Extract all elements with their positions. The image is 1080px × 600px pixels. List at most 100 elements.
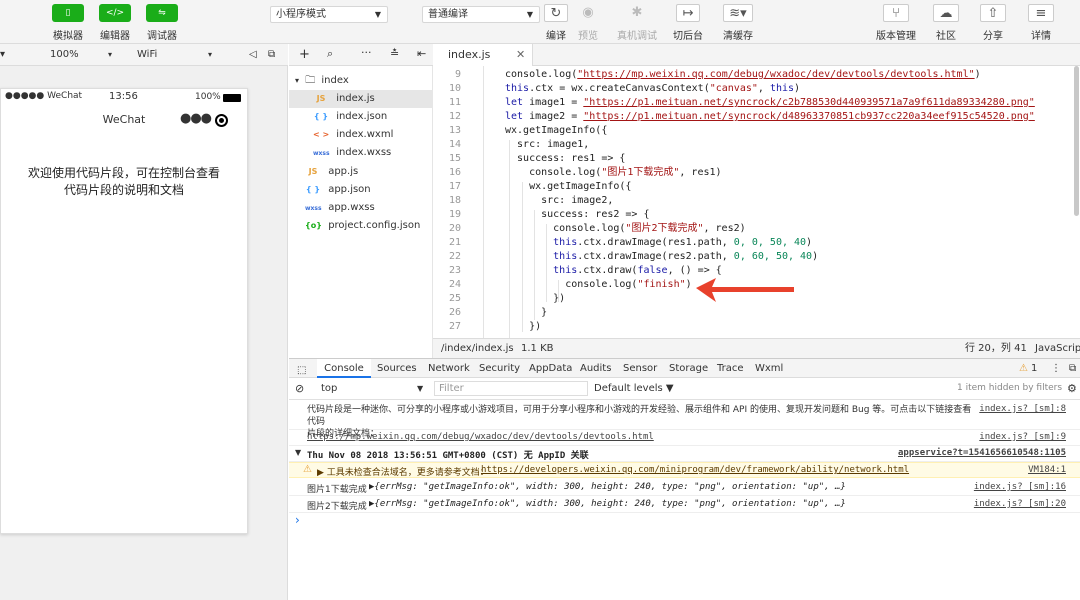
- file-tree: ▾ 🗀 index JS index.js { } index.json < >…: [289, 66, 433, 358]
- tree-item-project-config[interactable]: {o} project.config.json: [305, 217, 420, 235]
- docs-link[interactable]: https://mp.weixin.qq.com/debug/wxadoc/de…: [307, 432, 654, 442]
- compile-select[interactable]: 普通编译 ▼: [422, 6, 540, 23]
- filter-input[interactable]: Filter: [434, 381, 588, 396]
- share-button[interactable]: ⇧ 分享: [967, 4, 1019, 42]
- language-mode[interactable]: JavaScript: [1035, 339, 1080, 358]
- menu-icon: ≡: [1028, 4, 1054, 22]
- line-number: 21: [448, 237, 461, 248]
- wxss-file-icon: wxss: [313, 150, 330, 157]
- preview-button[interactable]: ◉ 预览: [562, 4, 614, 42]
- tab-sources[interactable]: Sources: [377, 359, 417, 378]
- console-message: 图片2下载完成 ▶{errMsg: "getImageInfo:ok", wid…: [289, 496, 1080, 513]
- collapse-panel-icon[interactable]: ⇤: [417, 47, 426, 60]
- code-icon: </>: [99, 4, 131, 22]
- version-button[interactable]: ⑂ 版本管理: [870, 4, 922, 42]
- line-number: 11: [448, 97, 461, 108]
- log-levels-select[interactable]: Default levels ▼: [594, 378, 674, 399]
- source-link[interactable]: index.js? [sm]:8: [979, 404, 1066, 414]
- console-filter-bar: ⊘ top ▼ Filter Default levels ▼ 1 item h…: [289, 378, 1080, 400]
- tab-security[interactable]: Security: [479, 359, 520, 378]
- close-circle-icon[interactable]: [215, 114, 228, 127]
- plus-icon[interactable]: +: [299, 47, 310, 62]
- mode-select[interactable]: 小程序模式 ▼: [270, 6, 388, 23]
- js-file-icon: JS: [316, 94, 326, 103]
- sort-icon[interactable]: ≛: [390, 47, 399, 60]
- code-line-27: }): [505, 321, 542, 332]
- debugger-button[interactable]: ⇋ 调试器: [136, 4, 188, 42]
- cut-background-button[interactable]: ↦ 切后台: [662, 4, 714, 42]
- speaker-icon[interactable]: ◁: [249, 44, 257, 65]
- line-number: 25: [448, 293, 461, 304]
- editor-scrollbar[interactable]: [1074, 66, 1079, 216]
- window-icon[interactable]: ⧉: [268, 44, 275, 65]
- console-prompt[interactable]: ›: [295, 513, 300, 527]
- tab-sensor[interactable]: Sensor: [623, 359, 657, 378]
- remote-debug-button[interactable]: ✱ 真机调试: [611, 4, 663, 42]
- tab-trace[interactable]: Trace: [717, 359, 744, 378]
- code-line-16: console.log("图片1下载完成", res1): [505, 167, 722, 178]
- kebab-menu-icon[interactable]: ⋮: [1051, 359, 1061, 378]
- chevron-down-icon[interactable]: ▼: [295, 448, 301, 457]
- source-link[interactable]: index.js? [sm]:16: [974, 482, 1066, 492]
- search-icon[interactable]: ⌕: [327, 47, 333, 61]
- tab-network[interactable]: Network: [428, 359, 470, 378]
- tree-item-index-wxml[interactable]: < > index.wxml: [313, 126, 393, 144]
- source-link[interactable]: index.js? [sm]:20: [974, 499, 1066, 509]
- warning-count: 1: [1031, 363, 1038, 374]
- warning-docs-link[interactable]: https://developers.weixin.qq.com/minipro…: [481, 465, 909, 475]
- code-line-21: this.ctx.drawImage(res1.path, 0, 0, 50, …: [505, 237, 813, 248]
- tab-console[interactable]: Console: [317, 359, 371, 378]
- clear-console-icon[interactable]: ⊘: [295, 378, 304, 399]
- zoom-select[interactable]: 100%: [50, 44, 79, 65]
- network-select[interactable]: WiFi: [137, 44, 157, 65]
- chat-icon: ☁: [933, 4, 959, 22]
- console-group[interactable]: ▼ Thu Nov 08 2018 13:56:51 GMT+0800 (CST…: [289, 446, 1080, 462]
- carrier-label: ●●●●● WeChat: [5, 91, 83, 101]
- clear-cache-button[interactable]: ≋▾ 清缓存: [712, 4, 764, 42]
- tree-folder-index[interactable]: ▾ 🗀 index: [295, 72, 349, 90]
- code-editor[interactable]: 9 10 11 12 13 14 15 16 17 18 19 20 21 22…: [433, 66, 1080, 338]
- object-preview[interactable]: ▶{errMsg: "getImageInfo:ok", width: 300,…: [369, 499, 846, 509]
- more-dots-icon[interactable]: ●●●: [180, 111, 212, 126]
- warning-icon[interactable]: ⚠: [1019, 359, 1028, 378]
- clock-label: 13:56: [109, 91, 138, 102]
- source-link[interactable]: VM184:1: [1028, 465, 1066, 475]
- line-number: 16: [448, 167, 461, 178]
- context-select[interactable]: top ▼: [317, 381, 427, 396]
- community-label: 社区: [936, 31, 956, 42]
- gear-icon[interactable]: ⚙: [1067, 378, 1077, 399]
- code-line-12: let image2 = "https://p1.meituan.net/syn…: [505, 111, 1035, 122]
- code-line-11: let image1 = "https://p1.meituan.net/syn…: [505, 97, 1035, 108]
- tab-index-js[interactable]: index.js ✕: [433, 44, 533, 66]
- tree-item-index-wxss[interactable]: wxss index.wxss: [313, 144, 391, 162]
- zoom-value: 100%: [50, 49, 79, 60]
- details-button[interactable]: ≡ 详情: [1015, 4, 1067, 42]
- more-icon[interactable]: ···: [361, 46, 372, 59]
- tab-storage[interactable]: Storage: [669, 359, 708, 378]
- battery-label: 100%: [195, 92, 221, 102]
- chevron-down-icon[interactable]: ▾: [0, 44, 5, 65]
- chevron-down-icon: ▼: [374, 10, 381, 19]
- source-link[interactable]: index.js? [sm]:9: [979, 432, 1066, 442]
- editor-button[interactable]: </> 编辑器: [89, 4, 141, 42]
- tree-item-label: project.config.json: [328, 220, 421, 231]
- community-button[interactable]: ☁ 社区: [920, 4, 972, 42]
- tab-wxml[interactable]: Wxml: [755, 359, 783, 378]
- context-value: top: [321, 383, 338, 394]
- arrow-right-icon: ↦: [676, 4, 700, 22]
- tree-item-index-json[interactable]: { } index.json: [313, 108, 387, 126]
- tab-audits[interactable]: Audits: [580, 359, 611, 378]
- object-preview[interactable]: ▶{errMsg: "getImageInfo:ok", width: 300,…: [369, 482, 846, 492]
- tree-item-index-js[interactable]: JS index.js: [289, 90, 433, 108]
- tree-item-app-wxss[interactable]: wxss app.wxss: [305, 199, 375, 217]
- tree-item-app-json[interactable]: { } app.json: [305, 181, 371, 199]
- tree-item-app-js[interactable]: JS app.js: [305, 163, 359, 181]
- chevron-down-icon[interactable]: ▾: [208, 44, 212, 65]
- source-link[interactable]: appservice?t=1541656610548:1105: [898, 448, 1066, 458]
- close-icon[interactable]: ✕: [516, 48, 525, 61]
- simulator-button[interactable]: ▯ 模拟器: [42, 4, 94, 42]
- tab-appdata[interactable]: AppData: [529, 359, 572, 378]
- chevron-down-icon[interactable]: ▾: [108, 44, 112, 65]
- dock-icon[interactable]: ⧉: [1069, 359, 1076, 378]
- hidden-items-count: 1 item hidden by filters: [957, 383, 1063, 393]
